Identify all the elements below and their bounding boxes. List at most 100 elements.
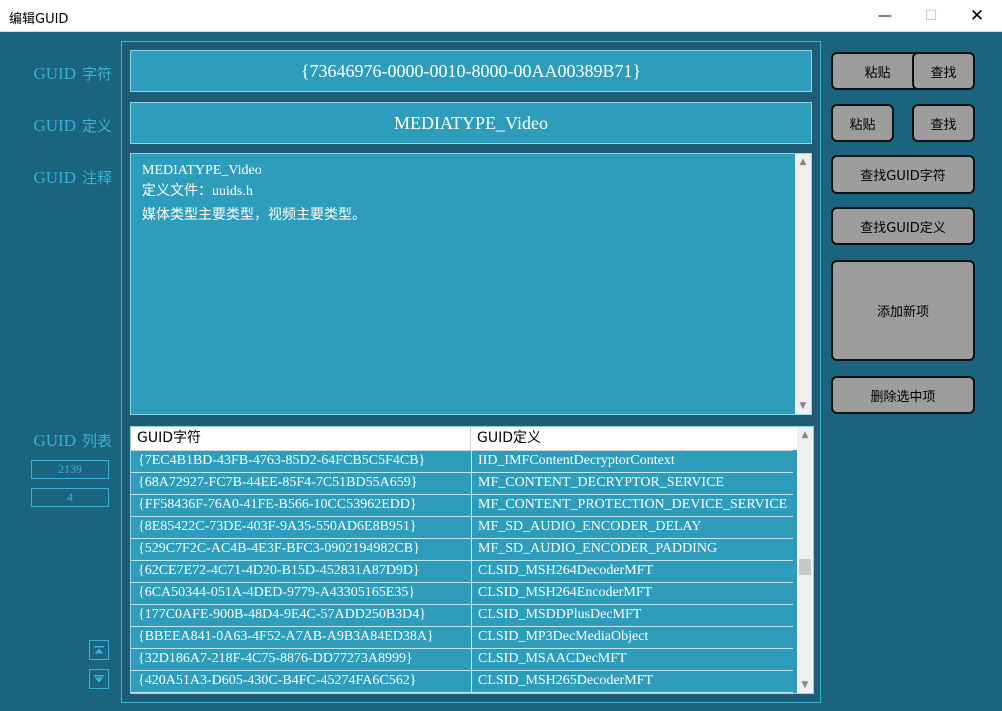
editor-panel: {73646976-0000-0010-8000-00AA00389B71} M… — [121, 41, 821, 703]
find-guid-definition-button[interactable]: 查找 — [912, 104, 975, 142]
guid-string-field[interactable]: {73646976-0000-0010-8000-00AA00389B71} — [130, 50, 812, 92]
table-row[interactable]: {68A72927-FC7B-44EE-85F4-7C51BD55A659} MF… — [131, 473, 793, 495]
label-guid-string-cn: 字符 — [81, 65, 112, 83]
table-row[interactable]: {420A51A3-D605-430C-B4FC-45274FA6C562} CL… — [131, 671, 793, 693]
cell-guid-string: {529C7F2C-AC4B-4E3F-BFC3-0902194982CB} — [138, 541, 420, 556]
table-row[interactable]: {529C7F2C-AC4B-4E3F-BFC3-0902194982CB} MF… — [131, 539, 793, 561]
column-separator — [471, 649, 472, 670]
table-row[interactable]: {BBEEA841-0A63-4F52-A7AB-A9B3A84ED38A} CL… — [131, 627, 793, 649]
cell-guid-definition: IID_IMFContentDecryptorContext — [478, 453, 675, 468]
cell-guid-definition: CLSID_MSH264EncoderMFT — [478, 585, 653, 600]
column-separator — [471, 693, 472, 694]
label-guid-def-en: GUID — [33, 116, 76, 135]
label-guid-def-cn: 定义 — [81, 117, 112, 135]
column-separator — [471, 583, 472, 604]
table-row[interactable]: {177C0AFE-900B-48D4-9E4C-57ADD250B3D4} CL… — [131, 605, 793, 627]
cell-guid-definition: CLSID_MP3DecMediaObject — [478, 629, 649, 644]
column-separator — [471, 517, 472, 538]
label-guid-list-cn: 列表 — [81, 432, 112, 450]
guid-definition-field[interactable]: MEDIATYPE_Video — [130, 102, 812, 144]
window-title: 编辑GUID — [9, 12, 69, 27]
search-guid-definition-button[interactable]: 查找GUID定义 — [831, 207, 975, 245]
label-guid-note-en: GUID — [33, 168, 76, 187]
triangle-up-icon — [94, 646, 104, 654]
cell-guid-string: {6CA50344-051A-4DED-9779-A43305165E35} — [138, 585, 416, 600]
cell-guid-definition: MF_CONTENT_PROTECTION_DEVICE_SERVICE — [478, 497, 788, 512]
note-line-1: MEDIATYPE_Video — [142, 163, 262, 178]
cell-guid-string: {32D186A7-218F-4C75-8876-DD77273A8999} — [138, 651, 413, 666]
column-separator — [471, 473, 472, 494]
list-down-button[interactable] — [89, 669, 109, 689]
delete-selected-button[interactable]: 删除选中项 — [831, 376, 975, 414]
column-separator — [471, 671, 472, 692]
cell-guid-definition: CLSID_MSH265DecoderMFT — [478, 673, 653, 688]
total-count: 2139 — [31, 460, 109, 479]
cell-guid-definition: MF_SD_AUDIO_ENCODER_PADDING — [478, 541, 718, 556]
table-row[interactable]: {32D186A7-218F-4C75-8876-DD77273A8999} CL… — [131, 649, 793, 671]
minimize-button[interactable]: — — [862, 0, 908, 31]
chevron-down-icon[interactable]: ▼ — [797, 677, 813, 693]
guid-list-table[interactable]: GUID字符 GUID定义 {7EC4B1BD-43FB-4763-85D2-6… — [130, 426, 814, 694]
chevron-up-icon[interactable]: ▲ — [795, 154, 811, 170]
guid-note-textarea[interactable]: MEDIATYPE_Video 定义文件：uuids.h 媒体类型主要类型，视频… — [130, 153, 812, 415]
column-header-guid-string[interactable]: GUID字符 — [131, 427, 471, 450]
note-line-2: 定义文件：uuids.h — [142, 184, 253, 199]
label-guid-string-en: GUID — [33, 64, 76, 83]
search-guid-string-button[interactable]: 查找GUID字符 — [831, 155, 975, 194]
table-row[interactable]: {FF58436F-76A0-41FE-B566-10CC53962EDD} MF… — [131, 495, 793, 517]
table-header: GUID字符 GUID定义 — [131, 427, 797, 451]
triangle-down-icon — [94, 675, 104, 683]
column-separator — [471, 627, 472, 648]
header-label: GUID定义 — [477, 430, 542, 446]
list-up-button[interactable] — [89, 640, 109, 660]
paste-guid-string-button[interactable]: 粘贴 — [831, 52, 924, 90]
close-button[interactable]: ✕ — [954, 0, 1000, 31]
label-guid-string: GUID 字符 — [0, 63, 112, 84]
header-label: GUID字符 — [137, 430, 202, 446]
label-guid-note-cn: 注释 — [81, 169, 112, 187]
minimize-icon: — — [878, 7, 892, 24]
note-text: MEDIATYPE_Video 定义文件：uuids.h 媒体类型主要类型，视频… — [142, 160, 366, 226]
column-separator — [471, 539, 472, 560]
cell-guid-string: {62CE7E72-4C71-4D20-B15D-452831A87D9D} — [138, 563, 420, 578]
label-guid-definition: GUID 定义 — [0, 115, 112, 136]
cell-guid-definition: MF_CONTENT_DECRYPTOR_SERVICE — [478, 475, 724, 490]
table-row[interactable]: {8E85422C-73DE-403F-9A35-550AD6E8B951} MF… — [131, 517, 793, 539]
cell-guid-definition: CLSID_MSH264DecoderMFT — [478, 563, 653, 578]
label-guid-list: GUID 列表 — [0, 430, 112, 451]
maximize-button[interactable]: ☐ — [908, 0, 954, 31]
label-guid-note: GUID 注释 — [0, 167, 112, 188]
table-row[interactable]: {62CE7E72-4C71-4D20-B15D-452831A87D9D} CL… — [131, 561, 793, 583]
cell-guid-definition: CLSID_MSAACDecMFT — [478, 651, 627, 666]
column-header-guid-definition[interactable]: GUID定义 — [471, 427, 797, 450]
column-separator — [471, 495, 472, 516]
note-scrollbar[interactable]: ▲ ▼ — [795, 154, 811, 414]
selected-index: 4 — [31, 488, 109, 507]
label-guid-list-en: GUID — [33, 431, 76, 450]
cell-guid-definition: CLSID_MSDDPlusDecMFT — [478, 607, 642, 622]
cell-guid-string: {7EC4B1BD-43FB-4763-85D2-64FCB5C5F4CB} — [138, 453, 426, 468]
table-row[interactable]: {6CA50344-051A-4DED-9779-A43305165E35} CL… — [131, 583, 793, 605]
scroll-thumb[interactable] — [799, 559, 811, 575]
table-row[interactable]: {7EC4B1BD-43FB-4763-85D2-64FCB5C5F4CB} II… — [131, 451, 793, 473]
table-body: {7EC4B1BD-43FB-4763-85D2-64FCB5C5F4CB} II… — [131, 451, 793, 694]
table-scrollbar[interactable]: ▲ ▼ — [797, 427, 813, 693]
cell-guid-string: {BBEEA841-0A63-4F52-A7AB-A9B3A84ED38A} — [138, 629, 434, 644]
find-guid-string-button[interactable]: 查找 — [912, 52, 975, 90]
column-separator — [471, 605, 472, 626]
title-bar: 编辑GUID — ☐ ✕ — [0, 0, 1002, 32]
column-separator — [471, 451, 472, 472]
cell-guid-definition: MF_SD_AUDIO_ENCODER_DELAY — [478, 519, 702, 534]
add-new-item-button[interactable]: 添加新项 — [831, 260, 975, 361]
main-window: GUID 字符 GUID 定义 GUID 注释 GUID 列表 2139 4 {7364… — [0, 32, 1002, 711]
note-line-3: 媒体类型主要类型，视频主要类型。 — [142, 208, 366, 223]
chevron-up-icon[interactable]: ▲ — [797, 427, 813, 443]
cell-guid-string: {8E85422C-73DE-403F-9A35-550AD6E8B951} — [138, 519, 417, 534]
table-row[interactable]: {82D353DF-90BD-4382-8BC2-3F6192B76E34}CL… — [131, 693, 793, 694]
maximize-icon: ☐ — [924, 7, 938, 24]
cell-guid-string: {420A51A3-D605-430C-B4FC-45274FA6C562} — [138, 673, 417, 688]
chevron-down-icon[interactable]: ▼ — [795, 398, 811, 414]
cell-guid-string: {FF58436F-76A0-41FE-B566-10CC53962EDD} — [138, 497, 417, 512]
close-icon: ✕ — [969, 5, 985, 26]
paste-guid-definition-button[interactable]: 粘贴 — [831, 104, 894, 142]
